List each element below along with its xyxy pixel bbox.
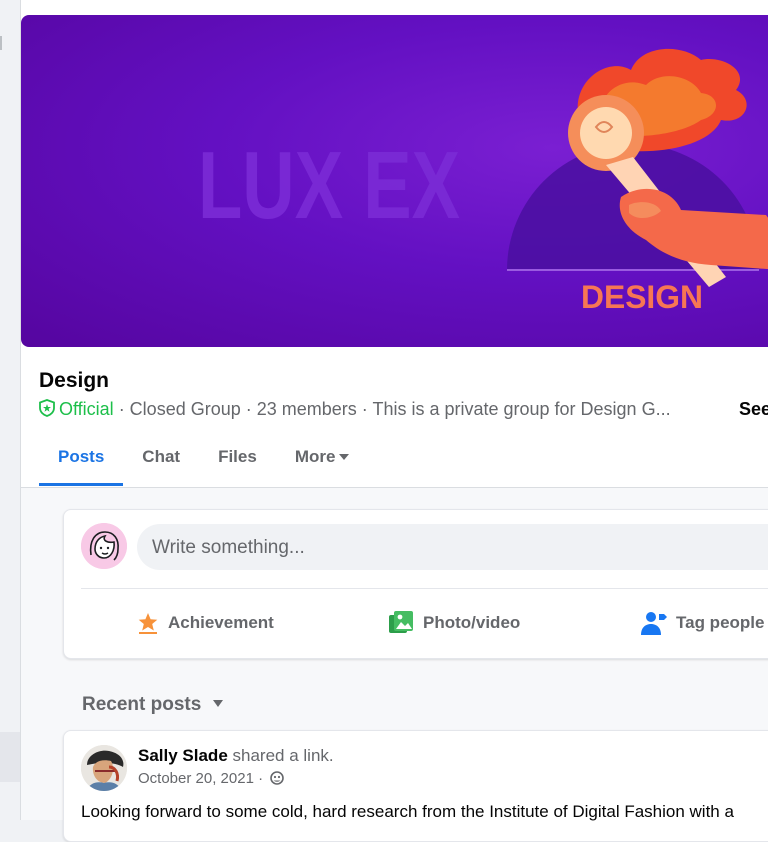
tab-more[interactable]: More xyxy=(276,437,369,486)
group-audience-icon xyxy=(270,771,285,789)
cover-title-text: LUX EX xyxy=(198,132,460,239)
achievement-button[interactable]: Achievement xyxy=(136,607,274,639)
group-title[interactable]: Design xyxy=(39,369,109,393)
sidebar-selected-item[interactable] xyxy=(0,732,20,782)
post-date[interactable]: October 20, 2021 · xyxy=(138,770,263,787)
group-tabs: Posts Chat Files More xyxy=(39,437,368,486)
left-sidebar xyxy=(0,0,21,820)
tag-people-icon xyxy=(641,612,667,635)
tag-people-label: Tag people xyxy=(676,613,765,632)
author-avatar[interactable] xyxy=(81,745,127,791)
photo-video-label: Photo/video xyxy=(423,613,521,632)
tab-chat[interactable]: Chat xyxy=(123,437,199,486)
post-author-name[interactable]: Sally Slade xyxy=(138,746,228,765)
composer-input[interactable]: Write something... xyxy=(137,524,768,570)
composer-placeholder: Write something... xyxy=(152,537,305,558)
sidebar-tick xyxy=(0,36,2,50)
group-meta: Official · Closed Group · 23 members · T… xyxy=(39,399,671,422)
composer-divider xyxy=(81,588,768,589)
photo-video-button[interactable]: Photo/video xyxy=(387,607,520,639)
tag-people-button[interactable]: Tag people xyxy=(640,607,764,639)
recent-posts-dropdown[interactable]: Recent posts xyxy=(82,694,224,716)
post-body: Looking forward to some cold, hard resea… xyxy=(81,802,734,821)
post-action: shared a link. xyxy=(232,746,334,765)
group-header: LUX EX DESIGN Design Official · Closed G… xyxy=(21,0,768,488)
photo-video-icon xyxy=(389,611,413,633)
cover-photo: LUX EX DESIGN xyxy=(21,15,768,347)
tab-posts[interactable]: Posts xyxy=(39,437,124,486)
caret-down-icon xyxy=(213,700,224,707)
cover-badge-text: DESIGN xyxy=(581,279,703,315)
user-avatar[interactable] xyxy=(81,523,127,569)
achievement-icon xyxy=(138,613,158,634)
official-label: Official xyxy=(59,399,114,419)
post-date-line: October 20, 2021 · xyxy=(138,770,285,789)
cover-illustration: LUX EX DESIGN xyxy=(198,48,768,315)
post-author-line: Sally Slade shared a link. xyxy=(138,746,334,766)
tab-files[interactable]: Files xyxy=(199,437,276,486)
group-meta-text: · Closed Group · 23 members · This is a … xyxy=(113,399,671,419)
group-page: LUX EX DESIGN Design Official · Closed G… xyxy=(21,0,768,842)
see-more-link[interactable]: See xyxy=(739,399,768,420)
recent-posts-label: Recent posts xyxy=(82,694,202,715)
post-composer: Write something... Achievement Photo/vid… xyxy=(63,509,768,659)
post-card: Sally Slade shared a link. October 20, 2… xyxy=(63,730,768,842)
official-shield-icon xyxy=(39,399,55,422)
tab-more-label: More xyxy=(294,447,336,466)
achievement-label: Achievement xyxy=(168,613,274,632)
caret-down-icon xyxy=(339,454,350,460)
